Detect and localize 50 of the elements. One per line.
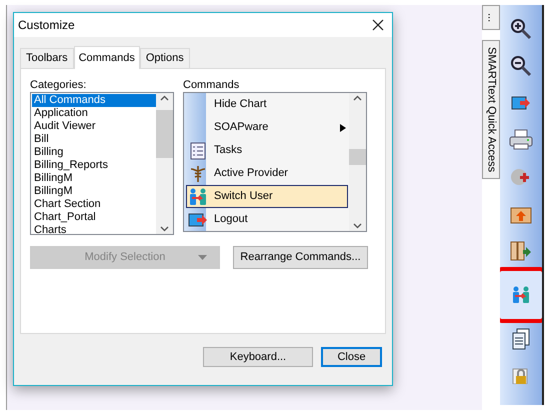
action-button[interactable]: Rearrange Commands... [233, 246, 368, 269]
scroll-up-icon[interactable] [353, 95, 362, 101]
command-item[interactable]: SOAPware [186, 116, 348, 139]
command-item[interactable]: Hide Chart [186, 93, 348, 116]
documents-icon[interactable] [511, 328, 531, 350]
category-item[interactable]: Billing [32, 146, 156, 159]
tab[interactable]: Options [140, 48, 190, 68]
categories-label: Categories: [30, 78, 88, 92]
category-item[interactable]: Charts [32, 224, 156, 234]
command-item[interactable]: Active Provider [186, 162, 348, 185]
scroll-thumb[interactable] [349, 149, 366, 165]
medical-cross-icon[interactable] [510, 166, 532, 188]
screen-arrow-icon [188, 212, 208, 228]
commands-list[interactable]: Hide Chart SOAPware Tasks Active Provider Switch User Logout [183, 92, 367, 232]
screen-arrow-icon [511, 95, 531, 111]
switch-user-icon [511, 286, 531, 304]
zoom-in-icon[interactable] [510, 18, 532, 40]
tab[interactable]: Toolbars [20, 48, 74, 68]
command-item[interactable]: Logout [186, 208, 348, 231]
category-item[interactable]: Chart Section [32, 198, 156, 211]
dialog-button[interactable]: Keyboard... [203, 347, 313, 367]
category-item[interactable]: Application [32, 107, 156, 120]
dialog-button[interactable]: Close [321, 347, 382, 367]
switch-user-icon [188, 188, 208, 206]
category-item[interactable]: BillingM [32, 185, 156, 198]
caduceus-icon [190, 164, 206, 182]
command-item[interactable]: Switch User [186, 185, 348, 208]
scroll-up-icon[interactable] [160, 95, 169, 101]
command-item[interactable]: Tasks [186, 139, 348, 162]
scroll-down-icon[interactable] [353, 223, 362, 229]
side-tab[interactable]: SMARTtext Quick Access [482, 40, 500, 180]
scrollbar[interactable] [156, 93, 173, 234]
binders-arrow-icon[interactable] [510, 240, 532, 262]
category-item[interactable]: All Commands [32, 94, 156, 107]
side-tab[interactable]: ... [482, 5, 500, 30]
scrollbar[interactable] [349, 93, 366, 231]
category-item[interactable]: BillingM [32, 172, 156, 185]
categories-list[interactable]: All Commands Application Audit Viewer Bill Billing Billing_Reports BillingM BillingM Chart Section Chart_Portal Charts [30, 92, 174, 235]
tab[interactable]: Commands [74, 46, 140, 69]
category-item[interactable]: Billing_Reports [32, 159, 156, 172]
scroll-down-icon[interactable] [160, 226, 169, 232]
window-title: Customize [18, 17, 75, 34]
category-item[interactable]: Chart_Portal [32, 211, 156, 224]
checklist-icon [190, 142, 206, 160]
commands-label: Commands [183, 78, 240, 92]
category-item[interactable]: Bill [32, 133, 156, 146]
close-icon[interactable] [372, 19, 384, 31]
zoom-out-icon[interactable] [510, 55, 532, 77]
scroll-thumb[interactable] [156, 110, 173, 158]
category-item[interactable]: Audit Viewer [32, 120, 156, 133]
